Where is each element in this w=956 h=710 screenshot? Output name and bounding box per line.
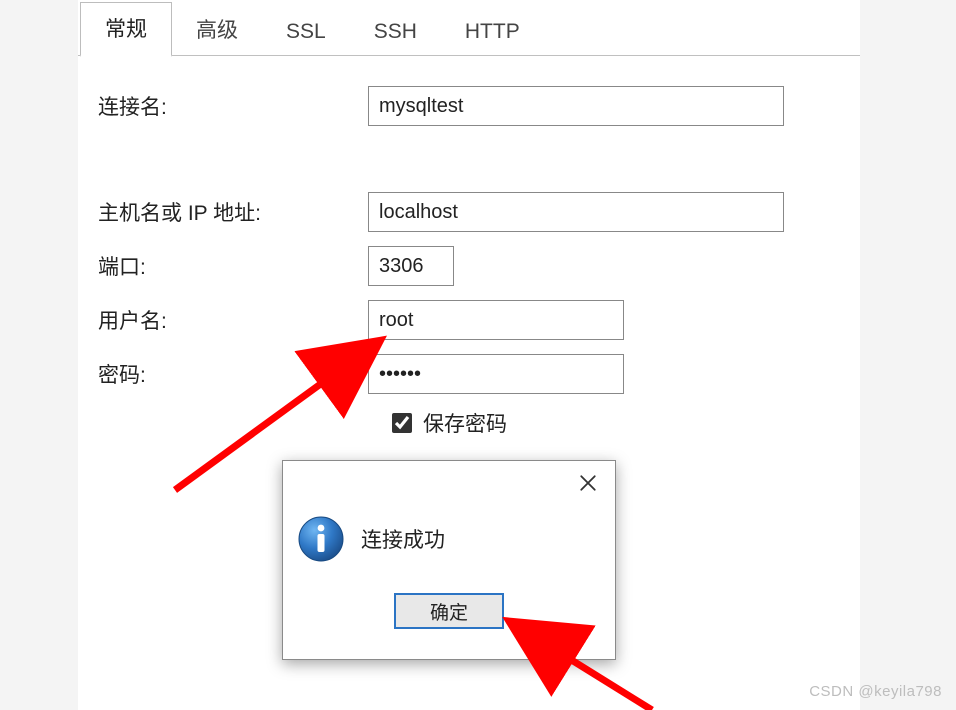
tab-advanced[interactable]: 高级 (172, 4, 262, 56)
result-dialog: 连接成功 确定 (282, 460, 616, 660)
dialog-titlebar (283, 461, 615, 505)
tab-strip-divider (78, 55, 860, 56)
password-input[interactable] (368, 354, 624, 394)
label-conn-name: 连接名: (98, 91, 368, 121)
label-password: 密码: (98, 359, 368, 389)
save-password-checkbox[interactable] (392, 413, 412, 433)
ok-button[interactable]: 确定 (394, 593, 504, 629)
label-port: 端口: (98, 251, 368, 281)
tab-ssh[interactable]: SSH (350, 10, 441, 56)
tab-ssl[interactable]: SSL (262, 10, 350, 56)
info-icon (297, 515, 345, 563)
label-host: 主机名或 IP 地址: (98, 197, 368, 227)
save-password-label: 保存密码 (423, 408, 507, 438)
form-area: 连接名: 主机名或 IP 地址: 端口: 用户名: 密码: 保存密码 (78, 56, 860, 438)
tab-http[interactable]: HTTP (441, 10, 544, 56)
conn-name-input[interactable] (368, 86, 784, 126)
label-user: 用户名: (98, 305, 368, 335)
dialog-message: 连接成功 (361, 524, 445, 554)
tab-general[interactable]: 常规 (80, 2, 172, 57)
host-input[interactable] (368, 192, 784, 232)
tab-bar: 常规 高级 SSL SSH HTTP (78, 0, 860, 56)
port-input[interactable] (368, 246, 454, 286)
user-input[interactable] (368, 300, 624, 340)
watermark: CSDN @keyila798 (809, 683, 942, 700)
close-icon[interactable] (571, 466, 605, 500)
